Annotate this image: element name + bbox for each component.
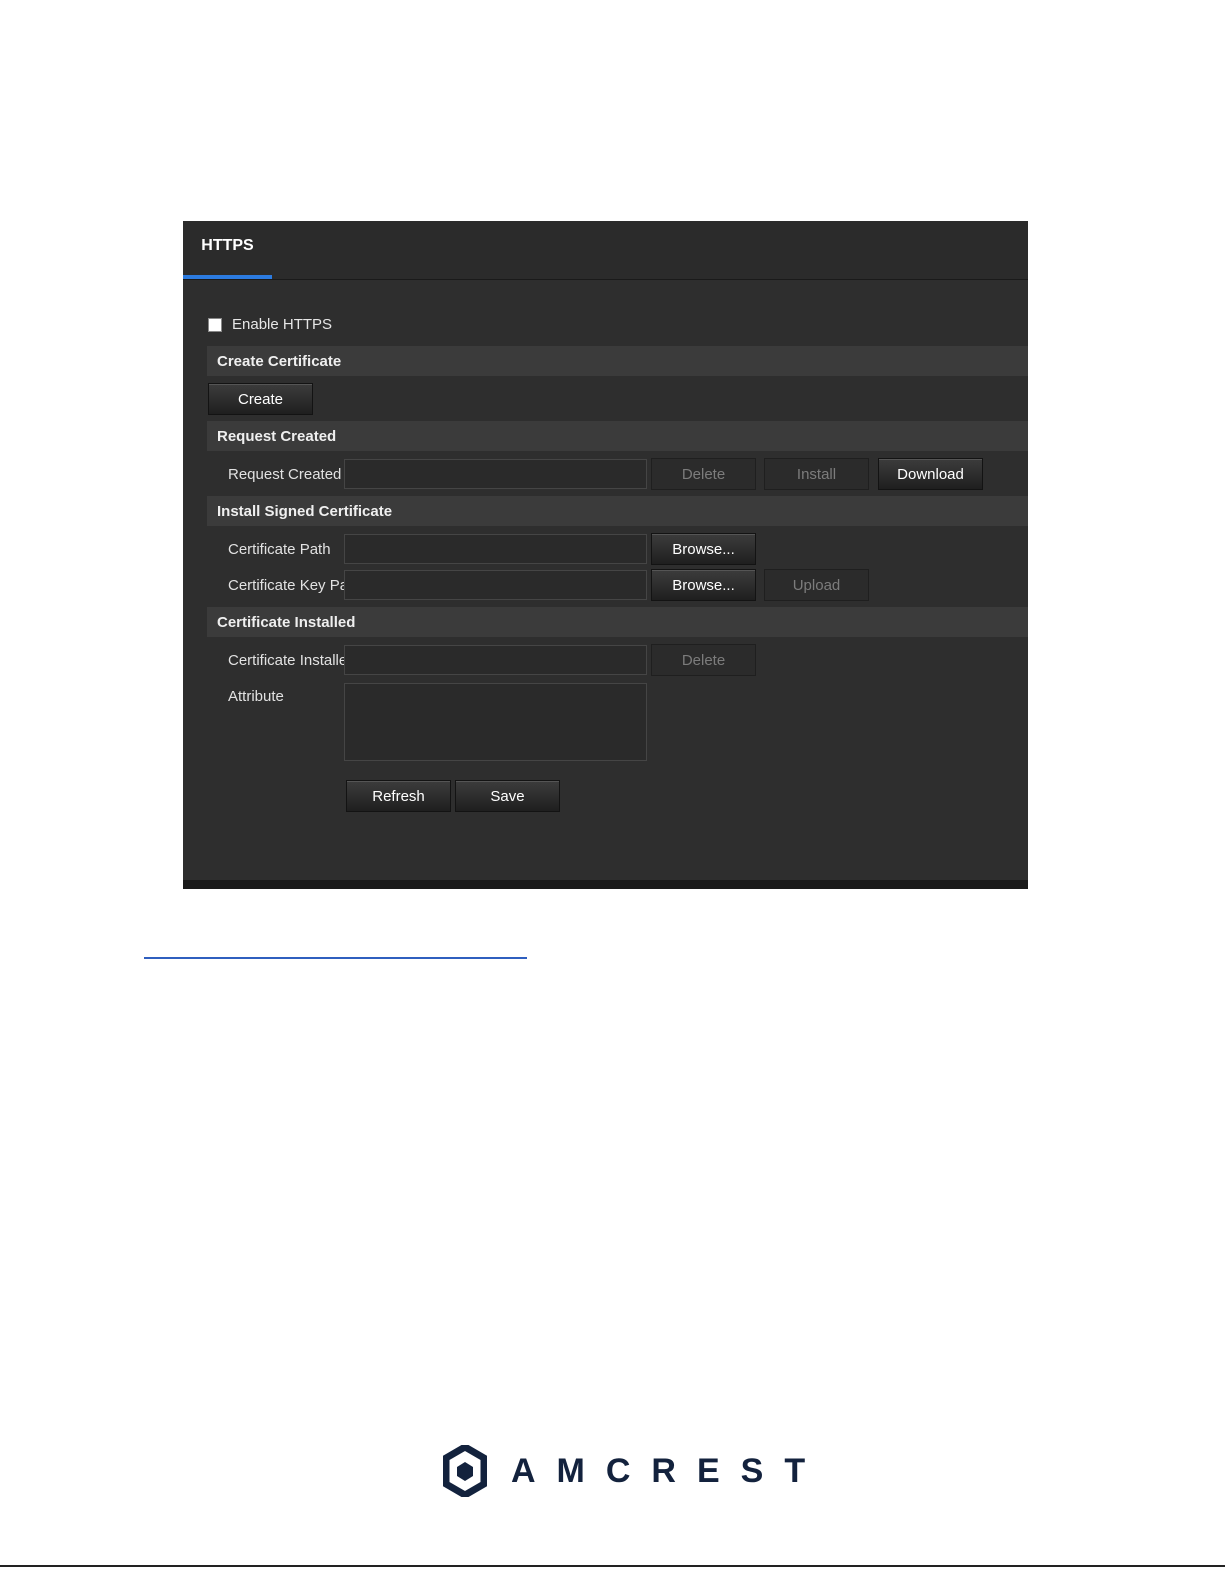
certificate-installed-field[interactable]	[344, 645, 647, 675]
https-settings-panel: HTTPS Enable HTTPS Create Certificate Cr…	[183, 221, 1028, 889]
browse-certificate-button[interactable]: Browse...	[651, 533, 756, 565]
tab-https[interactable]: HTTPS	[183, 221, 272, 279]
save-button[interactable]: Save	[455, 780, 560, 812]
active-tab-indicator	[183, 275, 272, 279]
install-button[interactable]: Install	[764, 458, 869, 490]
browse-key-button[interactable]: Browse...	[651, 569, 756, 601]
certificate-path-label: Certificate Path	[228, 540, 331, 558]
request-delete-button[interactable]: Delete	[651, 458, 756, 490]
section-certificate-installed: Certificate Installed	[207, 607, 1028, 637]
certificate-key-path-field[interactable]	[344, 570, 647, 600]
certificate-path-field[interactable]	[344, 534, 647, 564]
certificate-key-path-label: Certificate Key Path	[228, 576, 361, 594]
section-request-created: Request Created	[207, 421, 1028, 451]
section-create-certificate: Create Certificate	[207, 346, 1028, 376]
upload-button[interactable]: Upload	[764, 569, 869, 601]
certificate-installed-label: Certificate Installed	[228, 651, 356, 669]
enable-https-checkbox[interactable]	[208, 317, 222, 332]
request-created-field[interactable]	[344, 459, 647, 489]
panel-bottom-bar	[183, 880, 1028, 889]
amcrest-logo: AMCREST	[443, 1445, 826, 1497]
enable-https-label: Enable HTTPS	[232, 316, 333, 333]
page-footer-rule	[0, 1565, 1225, 1567]
create-button[interactable]: Create	[208, 383, 313, 415]
request-created-label: Request Created	[228, 465, 342, 483]
download-button[interactable]: Download	[878, 458, 983, 490]
amcrest-wordmark: AMCREST	[511, 1451, 827, 1490]
enable-https-row[interactable]: Enable HTTPS	[208, 316, 332, 333]
installed-delete-button[interactable]: Delete	[651, 644, 756, 676]
section-install-signed-certificate: Install Signed Certificate	[207, 496, 1028, 526]
amcrest-hexagon-icon	[443, 1445, 487, 1497]
attribute-label: Attribute	[228, 687, 284, 705]
hyperlink-underline[interactable]	[144, 957, 527, 959]
refresh-button[interactable]: Refresh	[346, 780, 451, 812]
attribute-textarea[interactable]	[344, 683, 647, 761]
tab-bar: HTTPS	[183, 221, 1028, 280]
